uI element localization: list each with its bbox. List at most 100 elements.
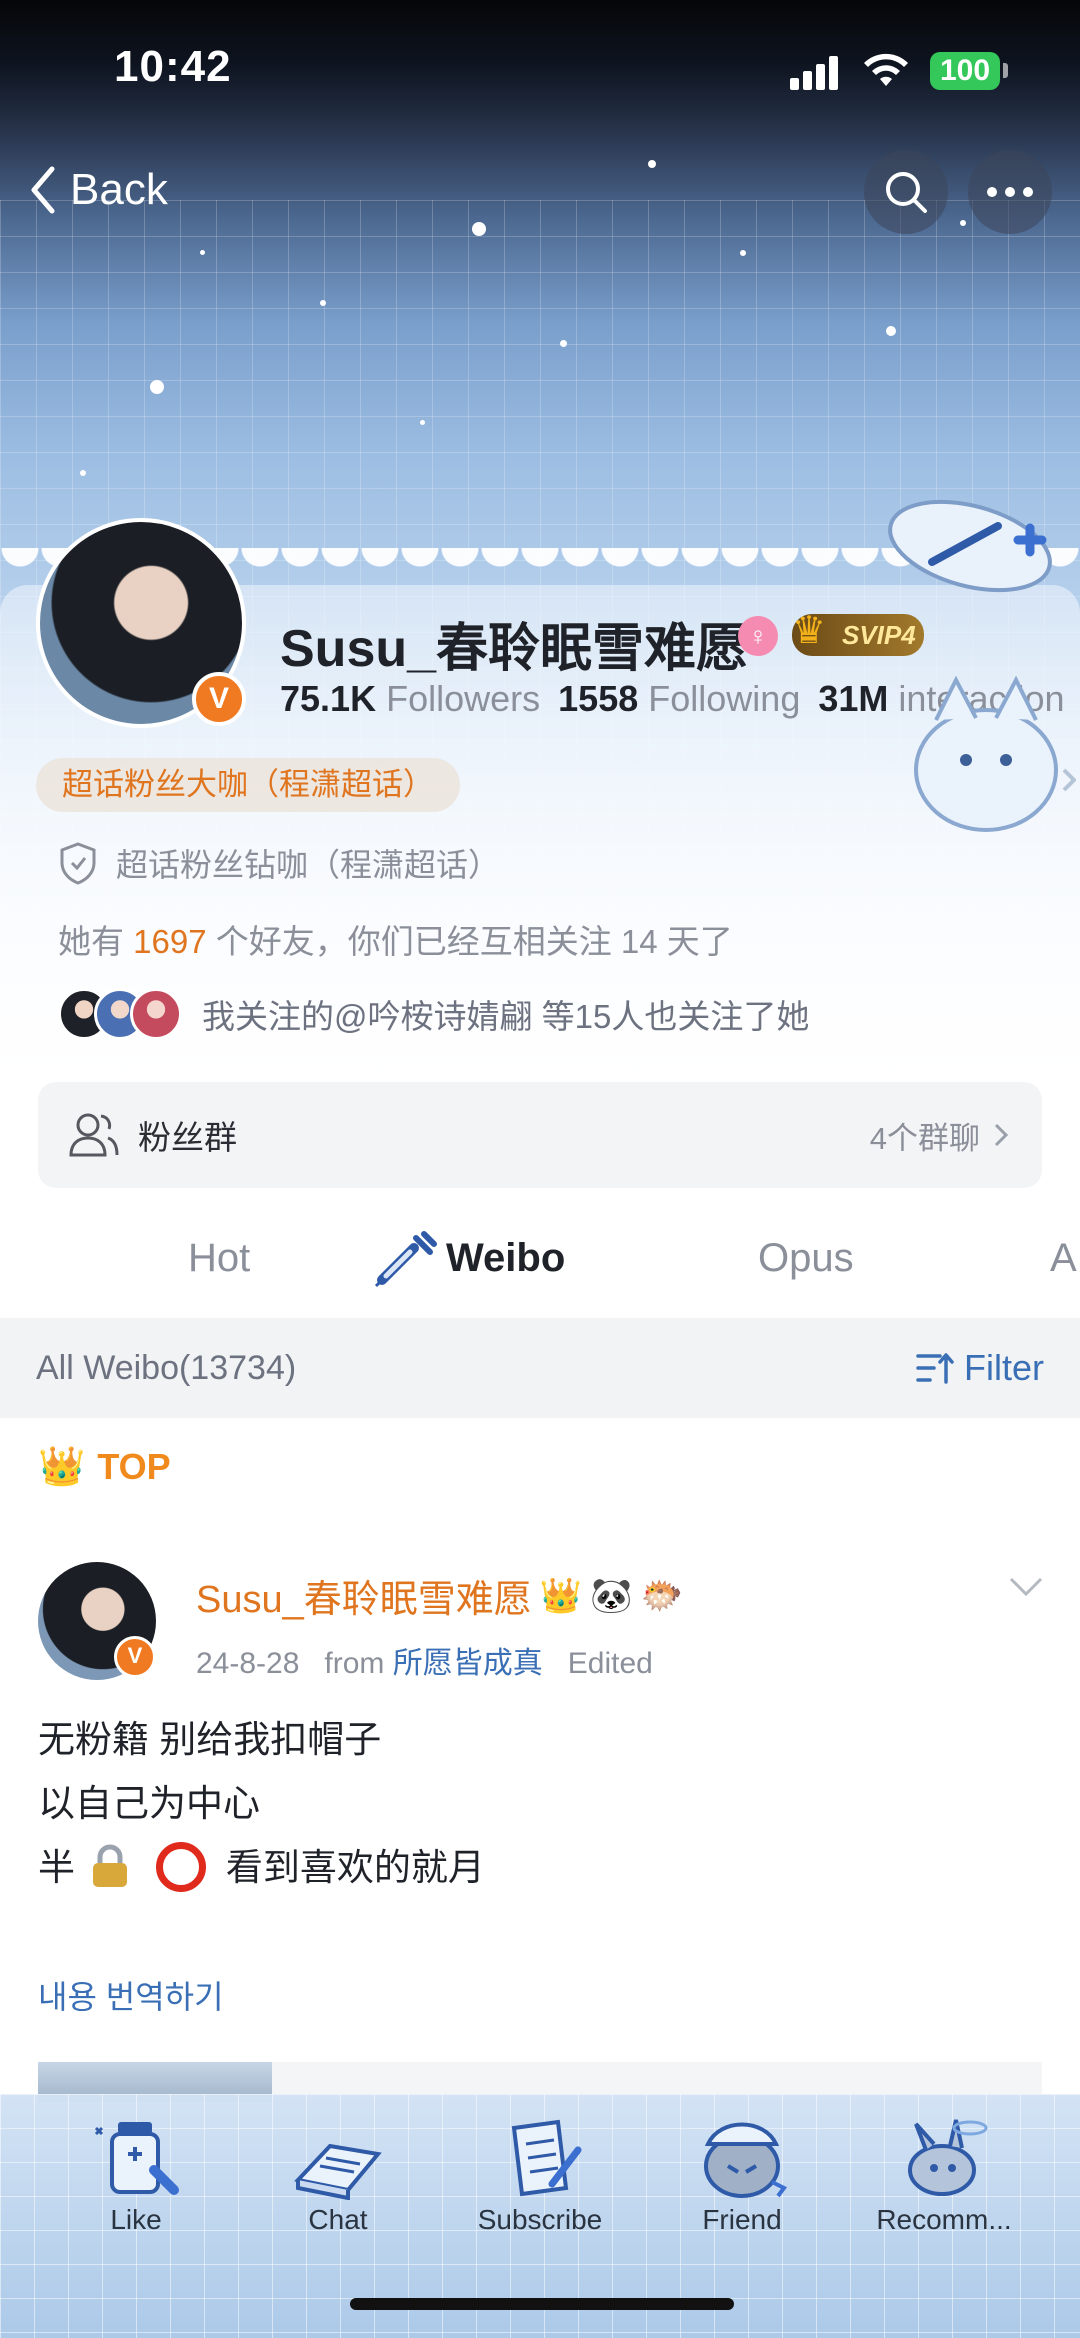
- filter-icon: [916, 1353, 954, 1384]
- friends-info-row: 她有 1697 个好友，你们已经互相关注 14 天了: [58, 915, 733, 963]
- chevron-left-icon: [31, 166, 55, 214]
- following-label[interactable]: Following: [648, 678, 800, 719]
- mutual-follow-text: 我关注的@吟桉诗婧翩 等15人也关注了她: [202, 998, 810, 1035]
- female-icon: ♀: [738, 616, 778, 656]
- post-body[interactable]: 无粉籍 别给我扣帽子 以自己为中心 半 看到喜欢的就月: [38, 1708, 485, 1900]
- bandaged-cat-sticker-icon: [914, 675, 1076, 832]
- post-line-3-suffix: 看到喜欢的就月: [225, 1847, 485, 1888]
- diamond-fan-label: 超话粉丝钻咖（程潇超话）: [116, 847, 501, 883]
- crown-badge-icon: 👑: [539, 1576, 583, 1615]
- syringe-icon: [374, 1231, 437, 1288]
- post-line-2: 以自己为中心: [38, 1783, 260, 1824]
- status-time: 10:42: [114, 42, 232, 91]
- filter-button[interactable]: Filter: [916, 1347, 1044, 1389]
- star: [560, 340, 567, 347]
- filter-label: Filter: [964, 1347, 1044, 1388]
- fans-group-title: 粉丝群: [138, 1119, 237, 1156]
- profile-username: Susu_春聆眠雪难愿: [280, 620, 749, 678]
- pinned-top-label: 👑 TOP: [38, 1445, 171, 1489]
- search-icon: [886, 172, 927, 213]
- post-author-row[interactable]: Susu_春聆眠雪难愿 👑 🐼 🐡: [196, 1568, 683, 1623]
- wifi-icon: [864, 53, 908, 86]
- star: [960, 220, 966, 226]
- tab-opus[interactable]: Opus: [758, 1236, 854, 1281]
- diamond-fan-row[interactable]: 超话粉丝钻咖（程潇超话）: [58, 840, 500, 886]
- post-line-3: 半 看到喜欢的就月: [38, 1836, 485, 1900]
- like-label: Like: [110, 2204, 162, 2235]
- super-topic-chip[interactable]: 超话粉丝大咖（程潇超话）: [36, 758, 460, 812]
- post-meta: 24-8-28 from 所愿皆成真 Edited: [196, 1638, 653, 1682]
- avatar: [130, 988, 182, 1040]
- post-edited-label: Edited: [567, 1647, 653, 1680]
- tab-weibo[interactable]: Weibo: [446, 1236, 565, 1281]
- verified-badge: V: [114, 1636, 156, 1678]
- friends-suffix: 个好友，你们已经互相关注 14 天了: [215, 923, 733, 960]
- recommend-tab[interactable]: Recomm...: [869, 2114, 1019, 2236]
- star: [80, 470, 86, 476]
- bandage-sticker-icon: [888, 499, 1052, 593]
- post-from-label: from: [324, 1647, 385, 1680]
- shield-icon: [60, 842, 96, 885]
- verified-badge: V: [192, 672, 246, 726]
- star: [150, 380, 164, 394]
- post-source-link[interactable]: 所愿皆成真: [393, 1647, 543, 1680]
- fish-badge-icon: 🐡: [640, 1576, 683, 1615]
- more-dots-icon: [987, 187, 1033, 197]
- star: [320, 300, 326, 306]
- star: [420, 420, 425, 425]
- profile-tabs: Hot Weibo Opus A: [0, 1200, 1080, 1318]
- crown-icon: ♛: [792, 610, 827, 652]
- crown-icon: 👑: [38, 1446, 86, 1488]
- top-text: TOP: [97, 1446, 171, 1487]
- recommend-label: Recomm...: [876, 2204, 1012, 2235]
- star: [472, 222, 486, 236]
- fans-group-row[interactable]: 粉丝群 4个群聊: [38, 1082, 1042, 1188]
- red-circle-icon: [155, 1842, 206, 1892]
- tab-hot[interactable]: Hot: [188, 1236, 250, 1281]
- more-button[interactable]: [968, 150, 1052, 234]
- fans-group-count: 4个群聊: [869, 1120, 980, 1156]
- book-icon: [294, 2143, 382, 2200]
- back-label: Back: [70, 165, 168, 214]
- chevron-down-icon[interactable]: [1008, 1576, 1044, 1598]
- battery-icon: 100: [930, 52, 1000, 90]
- star: [648, 160, 656, 168]
- friends-prefix: 她有: [58, 923, 124, 960]
- subscribe-tab[interactable]: Subscribe: [465, 2114, 615, 2236]
- bandaged-pet-icon: [704, 2122, 788, 2198]
- chat-label: Chat: [308, 2204, 368, 2235]
- friends-count: 1697: [133, 923, 207, 960]
- translate-link[interactable]: 내용 번역하기: [38, 1972, 224, 2018]
- battery-tip: [1003, 63, 1008, 78]
- notebook-pen-icon: [511, 2119, 582, 2197]
- star: [740, 250, 746, 256]
- friend-tab[interactable]: Friend: [667, 2114, 817, 2236]
- home-indicator: [350, 2298, 734, 2310]
- followers-count[interactable]: 75.1K: [280, 678, 376, 719]
- search-button[interactable]: [864, 150, 948, 234]
- post-line-1: 无粉籍 别给我扣帽子: [38, 1719, 382, 1760]
- chevron-right-icon: [994, 1123, 1009, 1147]
- post-date: 24-8-28: [196, 1647, 300, 1680]
- followers-label[interactable]: Followers: [386, 678, 540, 719]
- interaction-count: 31M: [818, 678, 889, 719]
- all-weibo-count: All Weibo(13734): [36, 1348, 297, 1387]
- chat-tab[interactable]: Chat: [263, 2114, 413, 2236]
- subscribe-label: Subscribe: [477, 2204, 603, 2235]
- signal-icon: [790, 56, 838, 90]
- post-line-3-prefix: 半: [38, 1847, 75, 1888]
- post-author-name: Susu_春聆眠雪难愿: [196, 1579, 532, 1621]
- like-tab[interactable]: Like: [61, 2114, 211, 2236]
- filter-bar: All Weibo(13734) Filter: [0, 1318, 1080, 1418]
- lock-icon: [93, 1844, 128, 1887]
- mutual-follow-row[interactable]: 我关注的@吟桉诗婧翩 等15人也关注了她: [58, 988, 809, 1040]
- bandaged-bunny-icon: [908, 2119, 988, 2196]
- friend-label: Friend: [702, 2204, 782, 2235]
- tab-more[interactable]: A: [1050, 1236, 1077, 1281]
- medicine-bottle-icon: [94, 2122, 179, 2195]
- following-count[interactable]: 1558: [558, 678, 638, 719]
- group-icon: [69, 1113, 119, 1157]
- star: [200, 250, 205, 255]
- back-button[interactable]: Back: [28, 160, 168, 220]
- star: [886, 326, 896, 336]
